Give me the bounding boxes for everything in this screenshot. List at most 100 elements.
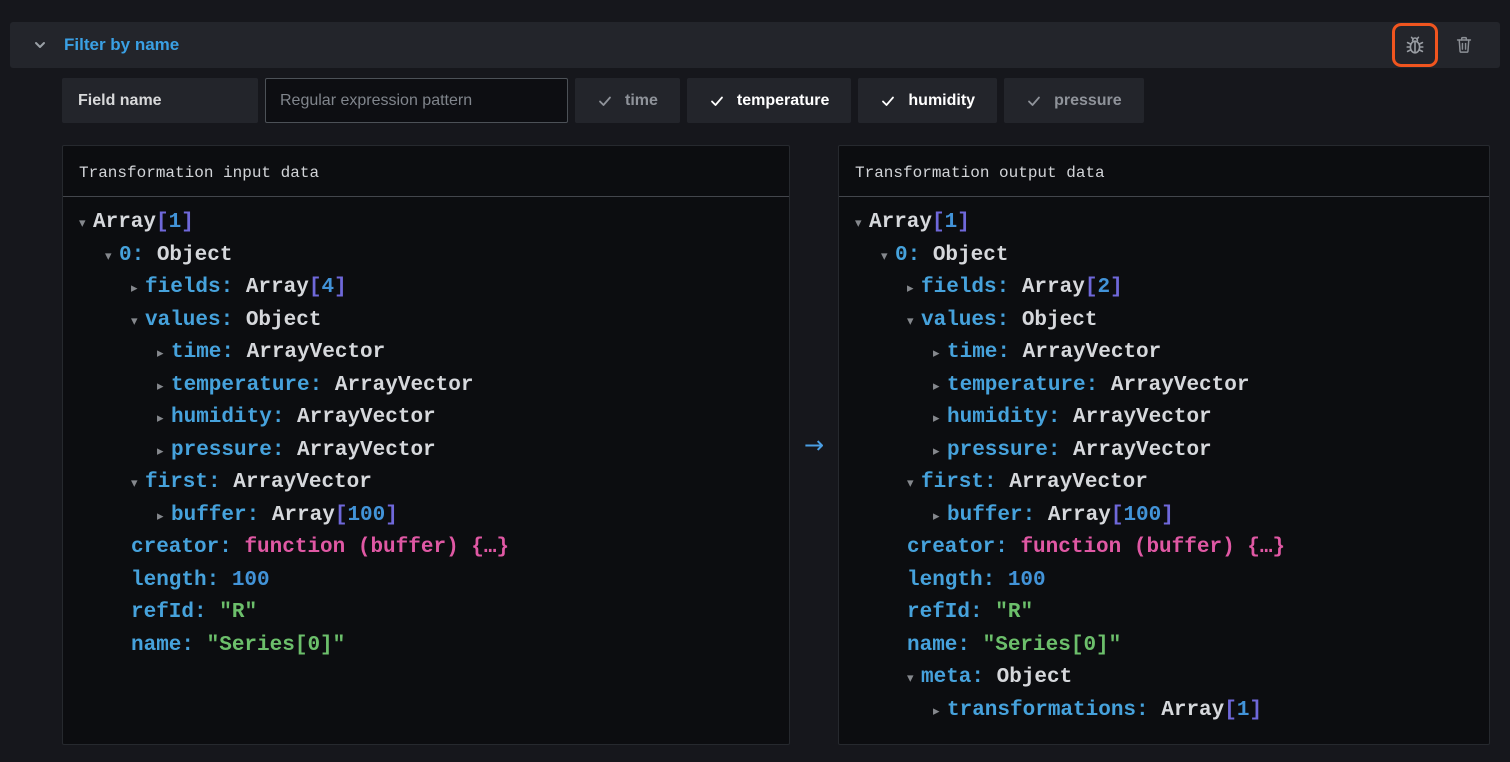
regex-pattern-input[interactable] bbox=[265, 78, 568, 123]
json-key: buffer: bbox=[171, 504, 259, 527]
output-json-tree: ▾Array[1]▾0: Object▸fields: Array[2]▾val… bbox=[839, 197, 1489, 727]
json-value: Object bbox=[933, 244, 1009, 267]
panel-gap: → bbox=[790, 145, 838, 745]
json-key: refId: bbox=[131, 601, 207, 624]
expand-node-icon[interactable]: ▸ bbox=[933, 338, 947, 371]
json-tree-row[interactable]: ▸temperature: ArrayVector bbox=[839, 370, 1489, 403]
json-key: humidity: bbox=[947, 406, 1060, 429]
json-value: function (buffer) {…} bbox=[244, 536, 509, 559]
json-tree-row[interactable]: ▾Array[1] bbox=[63, 207, 789, 240]
expand-node-icon[interactable]: ▸ bbox=[933, 436, 947, 469]
trash-icon bbox=[1453, 34, 1475, 56]
collapse-node-icon[interactable]: ▾ bbox=[131, 468, 145, 501]
json-tree-row[interactable]: ▾first: ArrayVector bbox=[839, 467, 1489, 500]
json-tree-row[interactable]: ▾values: Object bbox=[839, 305, 1489, 338]
field-chip-temperature[interactable]: temperature bbox=[687, 78, 851, 123]
json-key: name: bbox=[907, 634, 970, 657]
json-tree-row[interactable]: ▸time: ArrayVector bbox=[839, 337, 1489, 370]
json-value: Object bbox=[246, 309, 322, 332]
expand-node-icon[interactable]: ▸ bbox=[157, 403, 171, 436]
expand-node-icon[interactable]: ▸ bbox=[157, 436, 171, 469]
expand-node-icon[interactable]: ▸ bbox=[131, 273, 145, 306]
json-tree-row[interactable]: ▾Array[1] bbox=[839, 207, 1489, 240]
json-value: [ bbox=[1224, 699, 1237, 722]
json-value: ] bbox=[334, 276, 347, 299]
json-value: 100 bbox=[1123, 504, 1161, 527]
expand-node-icon[interactable]: ▸ bbox=[933, 501, 947, 534]
json-tree-row[interactable]: ▸fields: Array[2] bbox=[839, 272, 1489, 305]
json-tree-row[interactable]: ▸pressure: ArrayVector bbox=[839, 435, 1489, 468]
check-icon bbox=[597, 93, 613, 109]
field-chip-time[interactable]: time bbox=[575, 78, 680, 123]
json-tree-row[interactable]: ▾0: Object bbox=[839, 240, 1489, 273]
json-value: ] bbox=[1161, 504, 1174, 527]
json-value: ArrayVector bbox=[335, 374, 474, 397]
json-value: Array bbox=[1161, 699, 1224, 722]
debug-panels: Transformation input data ▾Array[1]▾0: O… bbox=[62, 145, 1490, 745]
json-tree-row[interactable]: ▸pressure: ArrayVector bbox=[63, 435, 789, 468]
json-value: [ bbox=[309, 276, 322, 299]
json-value: function (buffer) {…} bbox=[1020, 536, 1285, 559]
json-key: creator: bbox=[131, 536, 232, 559]
json-tree-row[interactable]: ▸time: ArrayVector bbox=[63, 337, 789, 370]
collapse-node-icon[interactable]: ▾ bbox=[79, 208, 93, 241]
collapse-node-icon[interactable]: ▾ bbox=[855, 208, 869, 241]
collapse-node-icon[interactable]: ▾ bbox=[907, 306, 921, 339]
json-key: first: bbox=[921, 471, 997, 494]
collapse-node-icon[interactable]: ▾ bbox=[131, 306, 145, 339]
json-tree-row: creator: function (buffer) {…} bbox=[63, 532, 789, 565]
json-value: ArrayVector bbox=[1009, 471, 1148, 494]
json-value: Array bbox=[272, 504, 335, 527]
json-tree-row[interactable]: ▾values: Object bbox=[63, 305, 789, 338]
field-chip-label: humidity bbox=[908, 92, 975, 110]
transform-editor-header: Filter by name bbox=[10, 22, 1500, 68]
collapse-node-icon[interactable]: ▾ bbox=[105, 241, 119, 274]
collapse-node-icon[interactable]: ▾ bbox=[907, 468, 921, 501]
json-tree-row[interactable]: ▾meta: Object bbox=[839, 662, 1489, 695]
json-value: ArrayVector bbox=[297, 406, 436, 429]
expand-node-icon[interactable]: ▸ bbox=[157, 371, 171, 404]
json-tree-row: length: 100 bbox=[63, 565, 789, 598]
json-tree-row[interactable]: ▸transformations: Array[1] bbox=[839, 695, 1489, 728]
expand-node-icon[interactable]: ▸ bbox=[907, 273, 921, 306]
expand-node-icon[interactable]: ▸ bbox=[933, 403, 947, 436]
json-tree-row[interactable]: ▸buffer: Array[100] bbox=[63, 500, 789, 533]
field-chip-humidity[interactable]: humidity bbox=[858, 78, 997, 123]
collapse-node-icon[interactable]: ▾ bbox=[907, 663, 921, 696]
json-key: temperature: bbox=[947, 374, 1098, 397]
json-key: first: bbox=[145, 471, 221, 494]
json-tree-row[interactable]: ▸temperature: ArrayVector bbox=[63, 370, 789, 403]
check-icon bbox=[1026, 93, 1042, 109]
json-value: Array bbox=[246, 276, 309, 299]
json-value: ArrayVector bbox=[1073, 439, 1212, 462]
remove-transform-button[interactable] bbox=[1452, 33, 1476, 57]
json-key: pressure: bbox=[171, 439, 284, 462]
json-tree-row[interactable]: ▸humidity: ArrayVector bbox=[839, 402, 1489, 435]
expand-node-icon[interactable]: ▸ bbox=[157, 501, 171, 534]
check-icon bbox=[709, 93, 725, 109]
json-tree-row[interactable]: ▸humidity: ArrayVector bbox=[63, 402, 789, 435]
output-panel-title: Transformation output data bbox=[839, 146, 1489, 196]
transform-title[interactable]: Filter by name bbox=[64, 35, 179, 55]
collapse-chevron-icon[interactable] bbox=[30, 35, 50, 55]
json-tree-row[interactable]: ▸fields: Array[4] bbox=[63, 272, 789, 305]
json-key: humidity: bbox=[171, 406, 284, 429]
json-tree-row[interactable]: ▾first: ArrayVector bbox=[63, 467, 789, 500]
expand-node-icon[interactable]: ▸ bbox=[933, 696, 947, 729]
json-tree-row[interactable]: ▸buffer: Array[100] bbox=[839, 500, 1489, 533]
json-tree-row[interactable]: ▾0: Object bbox=[63, 240, 789, 273]
transform-flow-arrow-icon: → bbox=[804, 431, 824, 459]
expand-node-icon[interactable]: ▸ bbox=[933, 371, 947, 404]
json-value: "Series[0]" bbox=[983, 634, 1122, 657]
input-panel-title: Transformation input data bbox=[63, 146, 789, 196]
json-key: transformations: bbox=[947, 699, 1149, 722]
json-value: "R" bbox=[995, 601, 1033, 624]
field-chip-pressure[interactable]: pressure bbox=[1004, 78, 1144, 123]
collapse-node-icon[interactable]: ▾ bbox=[881, 241, 895, 274]
expand-node-icon[interactable]: ▸ bbox=[157, 338, 171, 371]
json-tree-row: name: "Series[0]" bbox=[839, 630, 1489, 663]
debug-transform-button[interactable] bbox=[1392, 23, 1438, 67]
json-value: Object bbox=[157, 244, 233, 267]
json-key: name: bbox=[131, 634, 194, 657]
json-value: 1 bbox=[1237, 699, 1250, 722]
